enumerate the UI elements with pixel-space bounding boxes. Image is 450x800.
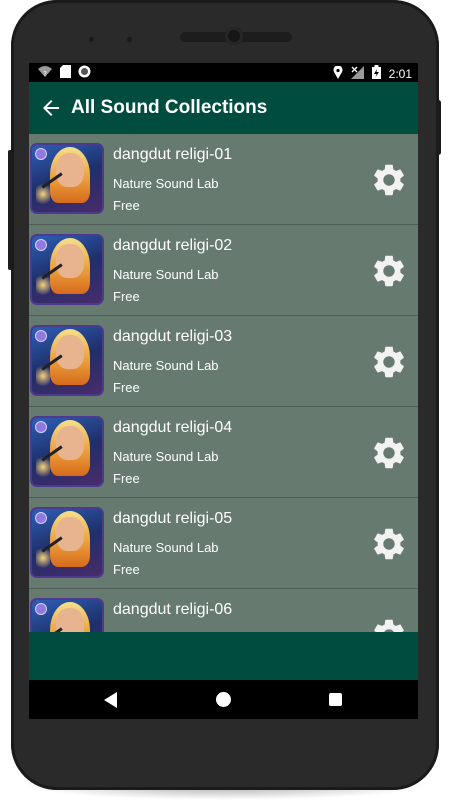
artist-thumbnail [32, 418, 102, 485]
item-subtitle: Nature Sound Lab [113, 267, 219, 282]
page-title: All Sound Collections [71, 97, 268, 118]
item-price: Free [113, 198, 140, 213]
navigation-bar [29, 680, 418, 719]
item-subtitle: Nature Sound Lab [113, 176, 219, 191]
bottom-bar [29, 632, 418, 680]
item-title: dangdut religi-01 [113, 146, 233, 163]
artist-thumbnail [32, 327, 102, 394]
status-time: 2:01 [388, 66, 412, 81]
item-subtitle: Nature Sound Lab [113, 540, 219, 555]
list-item[interactable]: dangdut religi-05 Nature Sound Lab Free [29, 498, 418, 589]
status-bar: ? 2:01 [29, 63, 418, 82]
list-item[interactable]: dangdut religi-01 Nature Sound Lab Free [29, 134, 418, 225]
gear-icon[interactable] [370, 525, 408, 563]
power-button [8, 150, 12, 270]
item-title: dangdut religi-03 [113, 328, 233, 345]
item-price: Free [113, 471, 140, 486]
artist-thumbnail [32, 600, 102, 632]
item-price: Free [113, 380, 140, 395]
gear-icon[interactable] [370, 343, 408, 381]
item-subtitle: Nature Sound Lab [113, 358, 219, 373]
proximity-sensor [89, 37, 94, 42]
nav-back-icon[interactable] [104, 692, 117, 708]
item-title: dangdut religi-06 [113, 601, 233, 618]
gear-icon[interactable] [370, 434, 408, 472]
sound-list: dangdut religi-01 Nature Sound Lab Free … [29, 134, 418, 632]
gear-icon[interactable] [370, 161, 408, 199]
item-title: dangdut religi-05 [113, 510, 233, 527]
location-icon [333, 64, 343, 82]
record-icon [78, 65, 91, 81]
wifi-question-icon: ? [37, 65, 53, 81]
arrow-left-icon[interactable] [39, 96, 63, 120]
battery-charging-icon [371, 65, 381, 82]
app-bar: All Sound Collections [29, 82, 418, 134]
sd-card-icon [60, 65, 71, 81]
screen: ? 2:01 All Sound Collections dangdut rel… [29, 63, 418, 719]
nav-home-icon[interactable] [216, 692, 231, 707]
list-item[interactable]: dangdut religi-02 Nature Sound Lab Free [29, 225, 418, 316]
svg-text:?: ? [43, 70, 47, 78]
front-camera [225, 27, 243, 45]
item-title: dangdut religi-02 [113, 237, 233, 254]
item-price: Free [113, 289, 140, 304]
gear-icon[interactable] [370, 252, 408, 290]
nav-recents-icon[interactable] [329, 693, 342, 706]
gear-icon[interactable] [370, 616, 408, 632]
list-item[interactable]: dangdut religi-06 [29, 589, 418, 632]
item-title: dangdut religi-04 [113, 419, 233, 436]
artist-thumbnail [32, 236, 102, 303]
light-sensor [127, 37, 132, 42]
artist-thumbnail [32, 145, 102, 212]
artist-thumbnail [32, 509, 102, 576]
list-item[interactable]: dangdut religi-04 Nature Sound Lab Free [29, 407, 418, 498]
item-price: Free [113, 562, 140, 577]
volume-button [436, 100, 441, 155]
item-subtitle: Nature Sound Lab [113, 449, 219, 464]
no-signal-icon [350, 65, 364, 82]
list-item[interactable]: dangdut religi-03 Nature Sound Lab Free [29, 316, 418, 407]
